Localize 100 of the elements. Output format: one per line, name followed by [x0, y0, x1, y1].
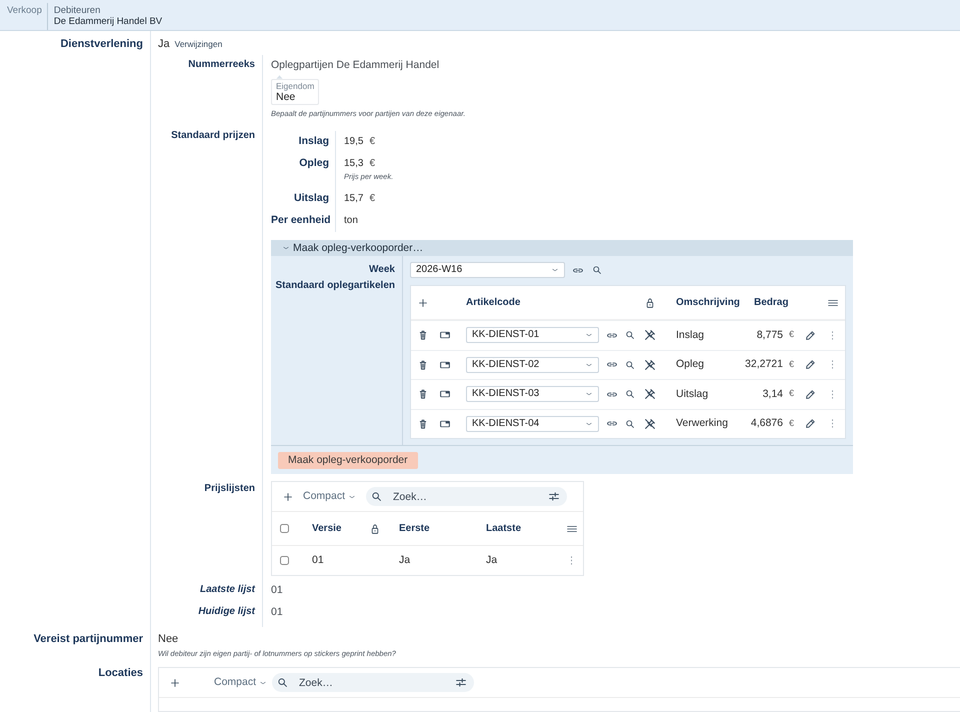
table-cell: Verwerking	[676, 417, 728, 430]
create-order-button[interactable]: Maak opleg-verkooporder	[278, 452, 418, 469]
column-header: Artikelcode	[466, 296, 520, 308]
currency-label: €	[369, 136, 376, 147]
caret-up-icon	[276, 75, 283, 79]
link-icon[interactable]	[573, 266, 583, 274]
chevron-down-icon	[260, 680, 266, 684]
field-label: Week	[369, 264, 395, 276]
window-icon[interactable]	[440, 331, 450, 340]
field-label: Nummerreeks	[188, 59, 255, 71]
currency-label: €	[789, 329, 794, 340]
article-code-select[interactable]: KK-DIENST-01	[466, 327, 599, 344]
lock-icon	[646, 298, 654, 308]
search-field[interactable]: Zoek…	[366, 487, 568, 506]
add-icon[interactable]	[171, 678, 179, 686]
chevron-down-icon	[349, 494, 356, 498]
column-header: Omschrijving	[676, 296, 740, 308]
price-value: 19,5	[344, 136, 364, 147]
field-label: Vereist partijnummer	[34, 633, 143, 646]
trash-icon[interactable]	[418, 389, 426, 400]
add-icon[interactable]	[284, 492, 292, 500]
pencil-icon[interactable]	[806, 330, 814, 340]
window-icon[interactable]	[440, 360, 450, 369]
add-icon[interactable]	[418, 298, 426, 306]
chevron-down-icon	[586, 392, 592, 396]
field-label: Opleg	[299, 158, 329, 169]
kebab-menu-icon[interactable]	[831, 330, 834, 340]
references-link[interactable]: Verwijzingen	[174, 39, 222, 50]
page-title: De Edammerij Handel BV	[54, 16, 162, 27]
price-value: 15,7	[344, 193, 364, 204]
chevron-down-icon	[552, 268, 558, 272]
column-header: Bedrag	[754, 296, 788, 308]
table-cell: Opleg	[676, 358, 704, 370]
ownership-field[interactable]: Eigendom Nee	[271, 79, 320, 105]
table-cell: Ja	[486, 554, 498, 566]
pencil-icon[interactable]	[806, 360, 814, 370]
trash-icon[interactable]	[418, 360, 426, 370]
field-label: Standaard prijzen	[171, 130, 255, 142]
article-code-select[interactable]: KK-DIENST-03	[466, 386, 599, 402]
currency-label: €	[789, 358, 794, 369]
crossed-pin-icon[interactable]	[645, 330, 655, 340]
article-code-select[interactable]: KK-DIENST-04	[466, 416, 599, 432]
kebab-menu-icon[interactable]	[831, 419, 834, 428]
field-label: Huidige lijst	[198, 606, 255, 618]
window-icon[interactable]	[440, 420, 450, 428]
link-icon[interactable]	[607, 332, 617, 339]
breadcrumb-link[interactable]: Verkoop	[7, 3, 47, 16]
crossed-pin-icon[interactable]	[645, 389, 655, 400]
trash-icon[interactable]	[418, 330, 426, 340]
kebab-menu-icon[interactable]	[831, 360, 834, 370]
menu-icon[interactable]	[566, 524, 576, 532]
currency-label: €	[369, 193, 376, 204]
pencil-icon[interactable]	[806, 419, 814, 428]
currency-label: €	[789, 418, 794, 428]
search-icon[interactable]	[593, 266, 601, 274]
field-label: Locaties	[98, 667, 143, 680]
article-code-select[interactable]: KK-DIENST-02	[466, 356, 599, 373]
crossed-pin-icon[interactable]	[645, 418, 655, 429]
chevron-down-icon	[586, 362, 592, 367]
field-label: Per eenheid	[271, 215, 331, 226]
crossed-pin-icon[interactable]	[645, 360, 655, 370]
field-label: Standaard oplegartikelen	[276, 280, 395, 292]
column-header: Laatste	[486, 522, 522, 534]
trash-icon[interactable]	[418, 418, 426, 429]
filter-icon[interactable]	[549, 492, 560, 501]
select-all-checkbox[interactable]	[280, 524, 288, 533]
table-cell: Ja	[399, 554, 410, 566]
week-select[interactable]: 2026-W16	[410, 262, 565, 278]
window-icon[interactable]	[440, 390, 450, 398]
table-cell: 01	[312, 554, 324, 566]
breadcrumb-link[interactable]: Debiteuren	[54, 5, 162, 16]
row-checkbox[interactable]	[280, 556, 288, 565]
amount-cell: 32,2721	[745, 358, 783, 372]
chevron-down-icon	[586, 422, 592, 426]
search-icon[interactable]	[626, 360, 634, 369]
view-dropdown[interactable]: Compact	[214, 676, 266, 689]
filter-icon[interactable]	[456, 678, 466, 687]
link-icon[interactable]	[607, 390, 617, 398]
link-icon[interactable]	[607, 420, 617, 428]
kebab-menu-icon[interactable]	[831, 390, 834, 399]
column-header: Eerste	[399, 522, 430, 534]
field-value: Oplegpartijen De Edammerij Handel	[271, 59, 440, 71]
search-icon[interactable]	[626, 390, 634, 398]
search-icon[interactable]	[626, 420, 634, 428]
search-field[interactable]: Zoek…	[272, 673, 474, 692]
panel-header[interactable]: Maak opleg-verkooporder…	[271, 240, 853, 256]
search-icon	[372, 492, 382, 501]
search-icon[interactable]	[626, 331, 634, 340]
link-icon[interactable]	[607, 361, 617, 368]
pencil-icon[interactable]	[806, 390, 814, 399]
view-dropdown[interactable]: Compact	[303, 490, 356, 503]
field-label: Laatste lijst	[200, 584, 255, 596]
kebab-menu-icon[interactable]	[570, 556, 573, 565]
field-value: 01	[271, 606, 283, 618]
amount-cell: 3,14	[762, 388, 783, 401]
table-cell: Inslag	[676, 328, 704, 341]
lock-icon	[371, 524, 379, 534]
menu-icon[interactable]	[828, 298, 838, 306]
field-label: Dienstverlening	[60, 38, 143, 51]
amount-cell: 8,775	[756, 328, 783, 342]
